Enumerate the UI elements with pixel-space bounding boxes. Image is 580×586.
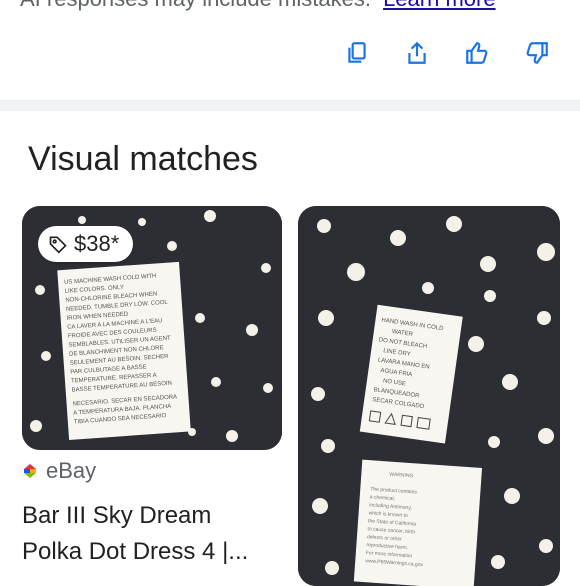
- match-image-2[interactable]: HAND WASH IN COLD WATER DO NOT BLEACH LI…: [298, 206, 560, 586]
- tag-icon: [49, 236, 67, 254]
- learn-more-link[interactable]: Learn more: [383, 0, 496, 11]
- ai-disclaimer: AI responses may include mistakes. Learn…: [20, 0, 496, 12]
- match-title-line-2[interactable]: Polka Dot Dress 4 |...: [22, 538, 248, 566]
- disclaimer-text: AI responses may include mistakes.: [20, 0, 371, 11]
- source-site[interactable]: eBay: [22, 458, 96, 484]
- price-badge: $38*: [38, 226, 134, 262]
- share-icon: [408, 41, 426, 64]
- copy-button[interactable]: [340, 36, 374, 70]
- thumbs-down-icon: [526, 42, 548, 64]
- source-name: eBay: [46, 458, 97, 483]
- copy-icon: [348, 42, 366, 63]
- ebay-favicon-icon: [24, 464, 36, 478]
- visual-matches-heading: Visual matches: [28, 140, 258, 178]
- thumbs-down-button[interactable]: [520, 36, 554, 70]
- response-actions: [340, 36, 554, 70]
- section-divider: [0, 100, 580, 111]
- polka-dot-label-image: HAND WASH IN COLD WATER DO NOT BLEACH LI…: [298, 206, 560, 586]
- share-button[interactable]: [400, 36, 434, 70]
- match-title-line-1[interactable]: Bar III Sky Dream: [22, 502, 211, 530]
- thumbs-up-icon: [466, 42, 488, 64]
- price-text: $38*: [74, 231, 120, 256]
- thumbs-up-button[interactable]: [460, 36, 494, 70]
